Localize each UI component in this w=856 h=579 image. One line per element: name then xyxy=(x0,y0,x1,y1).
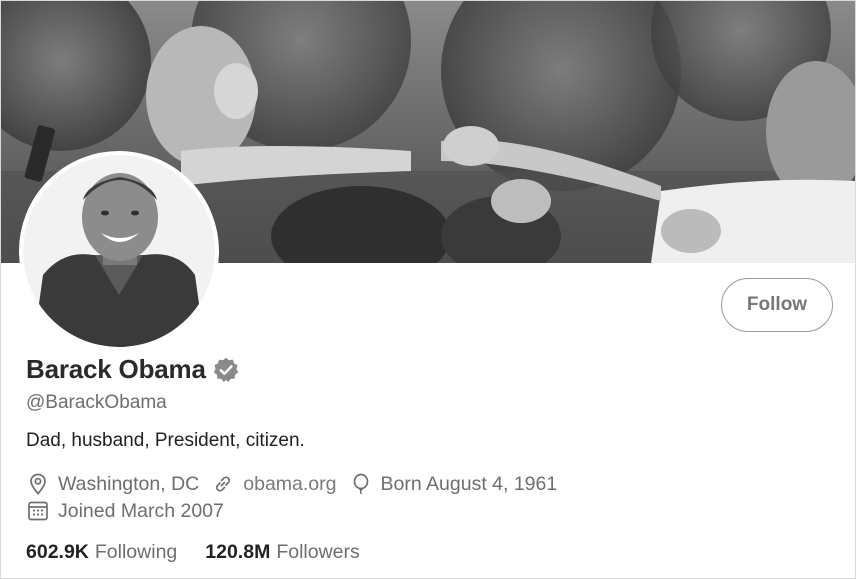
profile-birthday: Born August 4, 1961 xyxy=(349,472,558,496)
profile-joined: Joined March 2007 xyxy=(26,499,224,523)
followers-label: Followers xyxy=(276,541,360,563)
profile-location: Washington, DC xyxy=(26,472,199,496)
location-pin-icon xyxy=(30,473,46,495)
profile-website[interactable]: obama.org xyxy=(211,472,337,496)
profile-meta-row: Washington, DC obama.org Born August 4, … xyxy=(26,472,569,496)
profile-stats: 602.9K Following 120.8M Followers xyxy=(26,541,388,564)
website-link[interactable]: obama.org xyxy=(243,473,336,496)
birthday-text: Born August 4, 1961 xyxy=(380,472,558,495)
followers-stat[interactable]: 120.8M Followers xyxy=(205,541,359,564)
following-label: Following xyxy=(94,541,178,563)
following-count: 602.9K xyxy=(26,541,89,563)
balloon-icon xyxy=(353,473,368,495)
calendar-icon xyxy=(28,501,48,521)
profile-card: Follow Barack Obama @BarackObama Dad, hu… xyxy=(0,0,856,579)
verified-badge-icon xyxy=(212,356,240,384)
profile-avatar[interactable] xyxy=(19,151,219,351)
link-icon xyxy=(216,476,231,492)
profile-bio: Dad, husband, President, citizen. xyxy=(26,430,305,451)
location-text: Washington, DC xyxy=(58,472,200,495)
profile-handle: @BarackObama xyxy=(26,392,167,413)
joined-text: Joined March 2007 xyxy=(58,499,224,522)
follow-button[interactable]: Follow xyxy=(721,278,833,332)
profile-name: Barack Obama xyxy=(26,354,206,384)
avatar-photo xyxy=(23,155,215,347)
profile-name-row: Barack Obama xyxy=(26,354,240,385)
followers-count: 120.8M xyxy=(205,541,271,563)
following-stat[interactable]: 602.9K Following xyxy=(26,541,177,564)
